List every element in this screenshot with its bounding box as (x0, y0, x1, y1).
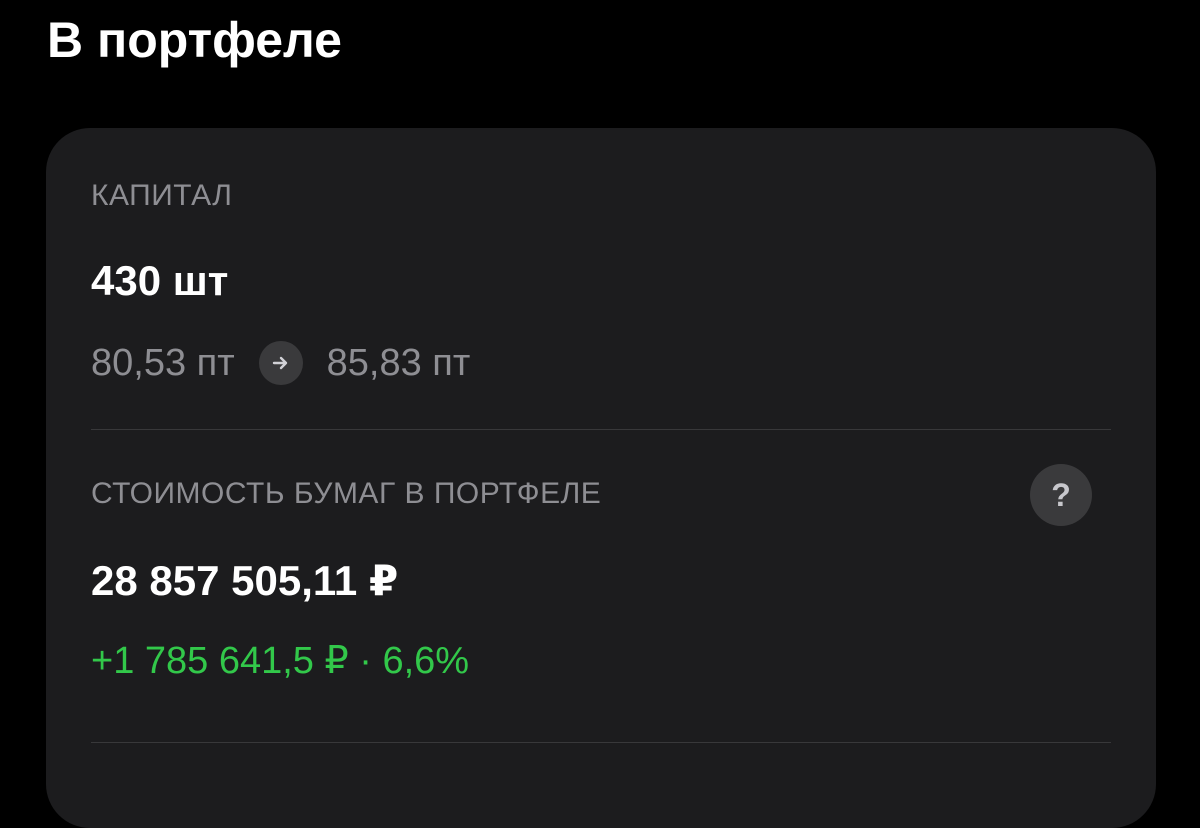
capital-quantity: 430 шт (91, 257, 229, 304)
divider (91, 429, 1111, 430)
holdings-value-amount: 28 857 505,11 ₽ (91, 557, 399, 604)
price-from: 80,53 пт (91, 341, 235, 384)
portfolio-card: КАПИТАЛ 430 шт 80,53 пт 85,83 пт СТОИМОС… (46, 128, 1156, 828)
holdings-value-label: СТОИМОСТЬ БУМАГ В ПОРТФЕЛЕ (91, 477, 602, 510)
question-icon: ? (1051, 476, 1071, 513)
price-to: 85,83 пт (326, 341, 471, 384)
capital-label: КАПИТАЛ (91, 179, 233, 212)
holdings-value-change: +1 785 641,5 ₽ · 6,6% (91, 640, 470, 682)
price-change-row: 80,53 пт 85,83 пт (91, 338, 470, 388)
arrow-right-icon (258, 341, 303, 385)
divider (91, 742, 1111, 743)
page-title: В портфеле (47, 12, 342, 68)
help-button[interactable]: ? (1030, 464, 1092, 526)
